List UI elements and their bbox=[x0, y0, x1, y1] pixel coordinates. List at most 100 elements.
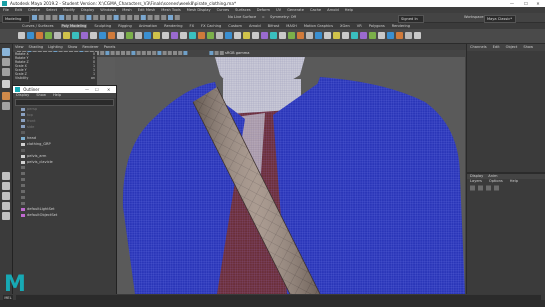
maximize-icon[interactable]: ☐ bbox=[95, 86, 99, 93]
layer-menu-options[interactable]: Options bbox=[489, 179, 503, 183]
panel-tool-icon[interactable] bbox=[178, 51, 183, 55]
shelf-tool-icon[interactable] bbox=[378, 32, 385, 39]
layout-four-icon[interactable] bbox=[2, 182, 10, 190]
rp-tab-object[interactable]: Object bbox=[506, 45, 518, 49]
panel-menu-show[interactable]: Show bbox=[68, 45, 78, 49]
status-tool-icon[interactable] bbox=[127, 15, 133, 20]
rp-tab-show[interactable]: Show bbox=[523, 45, 533, 49]
shelf-tool-icon[interactable] bbox=[126, 32, 133, 39]
shelf-tool-icon[interactable] bbox=[342, 32, 349, 39]
status-tool-icon[interactable] bbox=[168, 15, 173, 20]
status-tool-icon[interactable] bbox=[147, 15, 153, 20]
outliner-menu-show[interactable]: Show bbox=[36, 93, 46, 97]
outliner-search-input[interactable] bbox=[15, 99, 114, 106]
shelf-tool-icon[interactable] bbox=[306, 32, 313, 39]
shelf-tool-icon[interactable] bbox=[297, 32, 304, 39]
panel-tool-icon[interactable] bbox=[214, 51, 219, 55]
status-tool-icon[interactable] bbox=[140, 15, 146, 20]
status-tool-icon[interactable] bbox=[45, 15, 51, 20]
paint-select-icon[interactable] bbox=[2, 68, 10, 76]
shelf-tab[interactable]: Rendering bbox=[164, 24, 182, 28]
shelf-tab[interactable]: Custom bbox=[228, 24, 242, 28]
shelf-tab[interactable]: FX bbox=[190, 24, 195, 28]
panel-tool-icon[interactable] bbox=[110, 51, 115, 55]
panel-menu-panels[interactable]: Panels bbox=[104, 45, 116, 49]
shelf-tool-icon[interactable] bbox=[36, 32, 43, 39]
shelf-tool-icon[interactable] bbox=[396, 32, 403, 39]
workspace-dropdown[interactable]: Maya Classic* bbox=[484, 14, 516, 23]
command-input[interactable] bbox=[16, 294, 541, 300]
shelf-tool-icon[interactable] bbox=[90, 32, 97, 39]
layer-tab-display[interactable]: Display bbox=[470, 174, 483, 178]
move-tool-icon[interactable] bbox=[2, 80, 10, 88]
outliner-titlebar[interactable]: Outliner — ☐ ✕ bbox=[13, 86, 116, 93]
layer-menu-help[interactable]: Help bbox=[510, 179, 518, 183]
shelf-tool-icon[interactable] bbox=[261, 32, 268, 39]
panel-tool-icon[interactable] bbox=[136, 51, 141, 55]
minimize-icon[interactable]: — bbox=[85, 86, 89, 93]
shelf-tool-icon[interactable] bbox=[144, 32, 151, 39]
status-tool-icon[interactable] bbox=[106, 15, 112, 20]
status-tool-icon[interactable] bbox=[32, 15, 37, 20]
panel-menu-view[interactable]: View bbox=[15, 45, 24, 49]
shelf-tool-icon[interactable] bbox=[333, 32, 340, 39]
panel-tool-icon[interactable] bbox=[147, 51, 151, 55]
layout-single-icon[interactable] bbox=[2, 172, 10, 180]
symmetry-label[interactable]: Symmetry: Off bbox=[270, 15, 296, 19]
no-live-surface-label[interactable]: No Live Surface bbox=[228, 15, 256, 19]
shelf-tool-icon[interactable] bbox=[243, 32, 250, 39]
shelf-tab[interactable]: Polygons bbox=[369, 24, 385, 28]
panel-tool-icon[interactable] bbox=[167, 51, 172, 55]
shelf-tool-icon[interactable] bbox=[414, 32, 421, 39]
layout-graph-icon[interactable] bbox=[2, 212, 10, 220]
shelf-tool-icon[interactable] bbox=[27, 32, 34, 39]
shelf-tab[interactable]: VR bbox=[357, 24, 362, 28]
shelf-tab[interactable]: FX Caching bbox=[201, 24, 221, 28]
status-tool-icon[interactable] bbox=[154, 15, 160, 20]
shelf-tool-icon[interactable] bbox=[315, 32, 322, 39]
shelf-tab[interactable]: Rendering bbox=[392, 24, 410, 28]
shelf-tool-icon[interactable] bbox=[135, 32, 142, 39]
mel-label[interactable]: MEL bbox=[3, 294, 13, 300]
shelf-tool-icon[interactable] bbox=[18, 32, 25, 39]
panel-tool-icon[interactable] bbox=[131, 51, 136, 55]
outliner-menu-display[interactable]: Display bbox=[16, 93, 29, 97]
status-tool-icon[interactable] bbox=[113, 15, 119, 20]
shelf-tool-icon[interactable] bbox=[324, 32, 331, 39]
shelf-tool-icon[interactable] bbox=[387, 32, 394, 39]
panel-tool-icon[interactable] bbox=[162, 51, 167, 55]
shelf-tab[interactable]: Bifrost bbox=[268, 24, 280, 28]
menu-mesh[interactable]: Mesh bbox=[122, 8, 131, 12]
shelf-tab[interactable]: XGen bbox=[340, 24, 350, 28]
shelf-tab[interactable]: Arnold bbox=[249, 24, 261, 28]
channel-value[interactable]: on bbox=[71, 76, 97, 80]
shelf-tool-icon[interactable] bbox=[117, 32, 124, 39]
shelf-tool-icon[interactable] bbox=[405, 32, 412, 39]
shelf-tool-icon[interactable] bbox=[171, 32, 178, 39]
layer-menu-layers[interactable]: Layers bbox=[470, 179, 482, 183]
panel-tool-icon[interactable] bbox=[121, 51, 125, 55]
select-tool-icon[interactable] bbox=[2, 48, 10, 56]
shelf-tool-icon[interactable] bbox=[360, 32, 367, 39]
status-tool-icon[interactable] bbox=[59, 15, 65, 20]
shelf-tool-icon[interactable] bbox=[225, 32, 232, 39]
rp-tab-edit[interactable]: Edit bbox=[493, 45, 500, 49]
panel-menu-lighting[interactable]: Lighting bbox=[48, 45, 63, 49]
shelf-tab[interactable]: Sculpting bbox=[94, 24, 111, 28]
menu-modify[interactable]: Modify bbox=[63, 8, 75, 12]
scale-tool-icon[interactable] bbox=[2, 102, 10, 110]
shelf-tab[interactable]: Rigging bbox=[118, 24, 132, 28]
panel-tool-icon[interactable] bbox=[157, 51, 162, 55]
menu-deform[interactable]: Deform bbox=[257, 8, 270, 12]
outliner-menu-help[interactable]: Help bbox=[53, 93, 61, 97]
menu-display[interactable]: Display bbox=[81, 8, 94, 12]
panel-tool-icon[interactable] bbox=[219, 51, 224, 55]
shelf-tab[interactable]: Animation bbox=[139, 24, 157, 28]
close-icon[interactable]: ✕ bbox=[107, 86, 110, 93]
signin-dropdown[interactable]: Signed In bbox=[398, 14, 424, 23]
menu-uv[interactable]: UV bbox=[276, 8, 281, 12]
shelf-tool-icon[interactable] bbox=[369, 32, 376, 39]
shelf-tool-icon[interactable] bbox=[288, 32, 295, 39]
shelf-tool-icon[interactable] bbox=[45, 32, 52, 39]
close-button[interactable]: ✕ bbox=[531, 0, 545, 7]
